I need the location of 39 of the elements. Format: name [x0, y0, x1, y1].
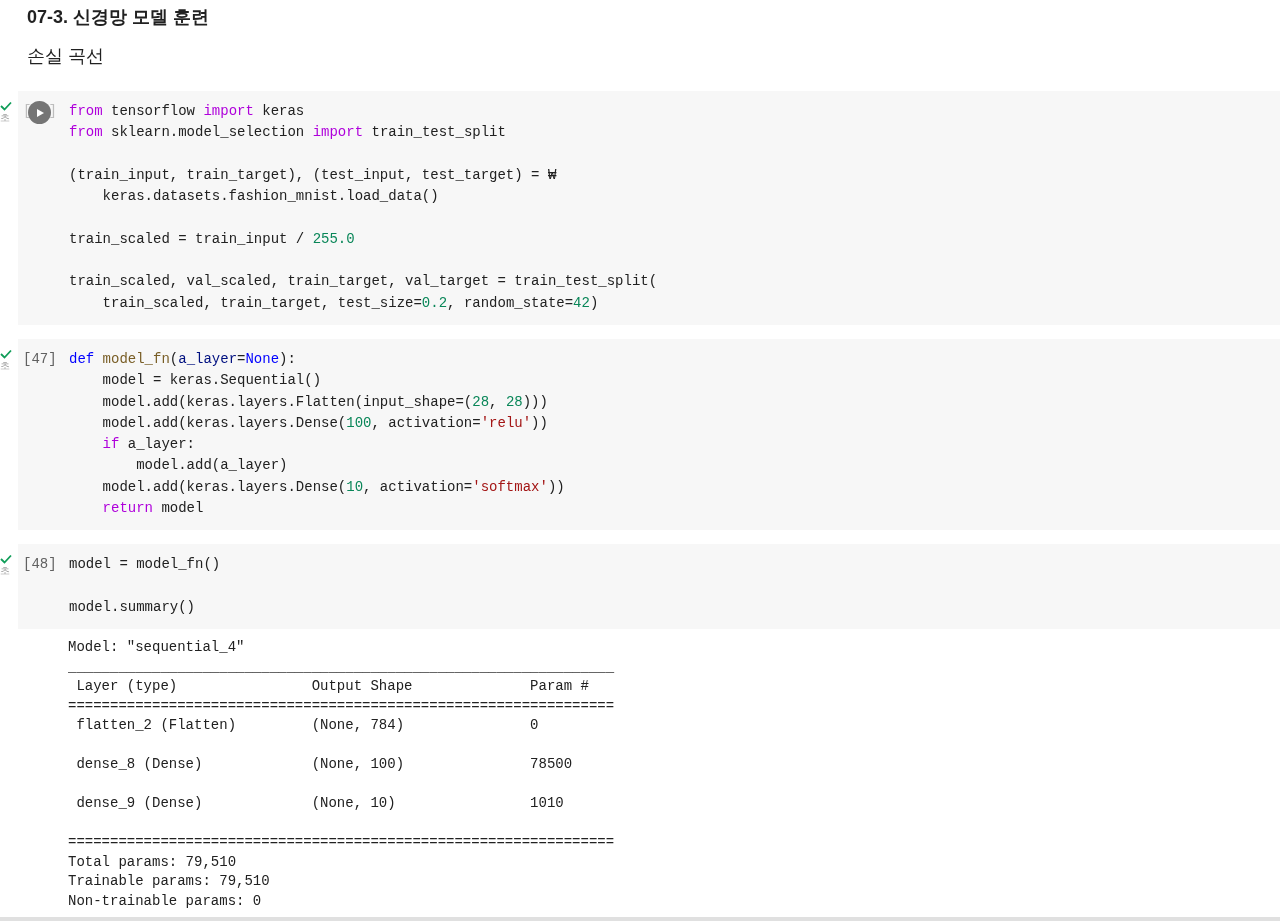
code-line: train_scaled, train_target, test_size=0.2, random_state=42) [101, 293, 599, 313]
output-line: flatten_2 (Flatten) (None, 784) 0 [75, 716, 540, 736]
code-line: from tensorflow import keras [69, 102, 305, 121]
output-line: ================================================================= [68, 696, 615, 716]
execution-count: [48] [23, 555, 57, 575]
code-line: from sklearn.model_selection import train_test_split [69, 123, 506, 143]
output-line: Layer (type) Output Shape Param # [75, 677, 590, 697]
code-line: return model [101, 499, 204, 519]
output-line: Model: "sequential_4" [68, 638, 245, 658]
code-line: def model_fn(a_layer=None): [69, 349, 296, 369]
code-line: train_scaled, val_scaled, train_target, val_target = train_test_split( [69, 272, 658, 292]
code-line: model.add(keras.layers.Flatten(input_shape=(28, 28))) [101, 392, 548, 412]
run-button[interactable] [28, 101, 52, 124]
code-line: keras.datasets.fashion_mnist.load_data() [101, 187, 439, 207]
prompt-bracket: ] [48, 102, 57, 121]
code-line: (train_input, train_target), (test_input, test_target) = ₩ [69, 165, 557, 185]
code-line: model.add(a_layer) [135, 456, 288, 476]
output-line: _________________________________________________________________ [68, 657, 615, 677]
output-line: Non-trainable params: 0 [68, 891, 262, 911]
output-line: dense_8 (Dense) (None, 100) 78500 [75, 755, 574, 775]
output-line: ================================================================= [68, 833, 615, 853]
execution-time: 초 [0, 113, 10, 123]
code-line: train_scaled = train_input / 255.0 [69, 229, 355, 249]
code-line: model = keras.Sequential() [101, 371, 322, 391]
execution-time: 초 [0, 566, 10, 577]
play-icon [34, 107, 45, 118]
code-line: model.summary() [69, 597, 196, 617]
output-line: Trainable params: 79,510 [68, 872, 270, 892]
output-line: Total params: 79,510 [68, 852, 237, 872]
prompt-bracket: [ [23, 102, 32, 121]
code-line: model.add(keras.layers.Dense(10, activation='softmax')) [101, 477, 565, 497]
section-heading: 07-3. 신경망 모델 훈련 [27, 6, 210, 29]
execution-count: [47] [23, 349, 57, 369]
code-line: model = model_fn() [69, 555, 221, 575]
execution-time: 초 [0, 360, 10, 371]
code-line: model.add(keras.layers.Dense(100, activation='relu')) [101, 413, 548, 433]
output-line: dense_9 (Dense) (None, 10) 1010 [75, 794, 565, 814]
code-line: if a_layer: [101, 435, 196, 455]
section-subheading: 손실 곡선 [27, 45, 104, 68]
